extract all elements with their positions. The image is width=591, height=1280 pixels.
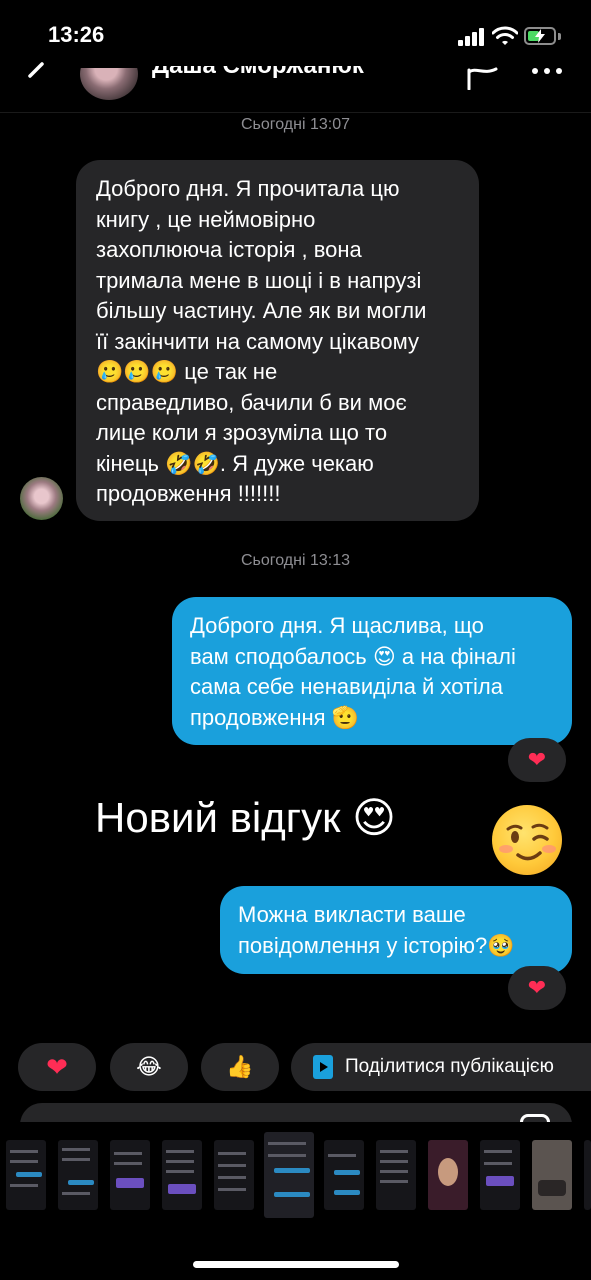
back-chevron-icon[interactable] [24,62,46,86]
status-time: 13:26 [48,22,105,47]
thumbnail[interactable] [6,1140,46,1210]
thumbnail[interactable] [480,1140,520,1210]
thumbnail[interactable] [428,1140,468,1210]
message-line: Доброго дня. Я щаслива, що [190,613,484,638]
signal-icon [458,28,486,46]
outgoing-message[interactable]: Доброго дня. Я щаслива, що вам сподобало… [172,597,572,745]
message-line: захоплююча історія , вона [96,237,362,262]
message-line: сама себе ненавиділа й хотіла [190,674,503,699]
battery-icon [524,27,556,45]
share-post-button[interactable]: Поділитися публікацією [291,1043,591,1091]
thumbnail[interactable] [324,1140,364,1210]
message-line: лице коли я зрозуміла що то [96,420,388,445]
header-divider [0,112,591,113]
outgoing-message[interactable]: Можна викласти ваше повідомлення у істор… [220,886,572,974]
thumbnail[interactable] [214,1140,254,1210]
home-indicator [193,1261,399,1268]
heart-icon: ❤ [527,975,547,1000]
share-post-label: Поділитися публікацією [345,1056,554,1077]
date-separator: Сьогодні 13:13 [240,552,351,569]
message-reaction[interactable]: ❤ [508,738,566,782]
incoming-message[interactable]: Доброго дня. Я прочитала цю книгу , це н… [76,160,479,521]
heart-icon: ❤ [527,747,547,772]
message-line: тримала мене в шоці і в напрузі [96,267,422,293]
message-line: книгу , це неймовірно [96,206,316,232]
thumbnail[interactable] [58,1140,98,1210]
contact-name[interactable]: Даша Сморжанюк [152,66,364,80]
message-line: 🥲🥲🥲 це так не [96,359,278,384]
message-line: повідомлення у історію?🥹 [238,932,515,958]
heart-icon: ❤ [46,1051,68,1082]
sender-avatar[interactable] [20,477,63,520]
thumbnail-strip[interactable] [0,1122,591,1222]
message-line: більшу частину. Але як ви могли [96,298,427,323]
message-line: Доброго дня. Я прочитала цю [96,176,400,201]
thumbnail-selected[interactable] [264,1132,314,1218]
thumbnail[interactable] [532,1140,572,1210]
winking-face-icon [492,805,562,875]
flag-icon[interactable] [466,66,500,90]
message-line: її закінчити на самому цікавому [96,328,420,354]
thumbnail[interactable] [110,1140,150,1210]
thumbnail[interactable] [584,1140,591,1210]
thumbnail[interactable] [376,1140,416,1210]
play-icon [313,1055,333,1079]
thumbs-up-icon: 👍 [226,1054,254,1079]
date-separator: Сьогодні 13:07 [240,116,351,133]
quick-reaction-heart[interactable]: ❤ [18,1043,96,1091]
overlay-caption: Новий відгук 😍 [95,794,396,841]
more-icon[interactable] [530,68,566,78]
message-line: продовження !!!!!!! [96,481,281,506]
wifi-icon [492,26,518,45]
message-line: справедливо, бачили б ви моє [96,389,407,415]
message-line: продовження 🫡 [190,704,360,730]
message-reaction[interactable]: ❤ [508,966,566,1010]
message-line: кінець 🤣🤣. Я дуже чекаю [96,450,374,476]
contact-avatar[interactable] [80,68,138,100]
message-line: Можна викласти ваше [238,902,466,927]
message-line: вам сподобалось 😍 а на фіналі [190,643,516,669]
laughing-face-icon: 😂 [136,1054,162,1079]
thumbnail[interactable] [162,1140,202,1210]
quick-reaction-thumbs-up[interactable]: 👍 [201,1043,279,1091]
quick-reaction-laugh[interactable]: 😂 [110,1043,188,1091]
